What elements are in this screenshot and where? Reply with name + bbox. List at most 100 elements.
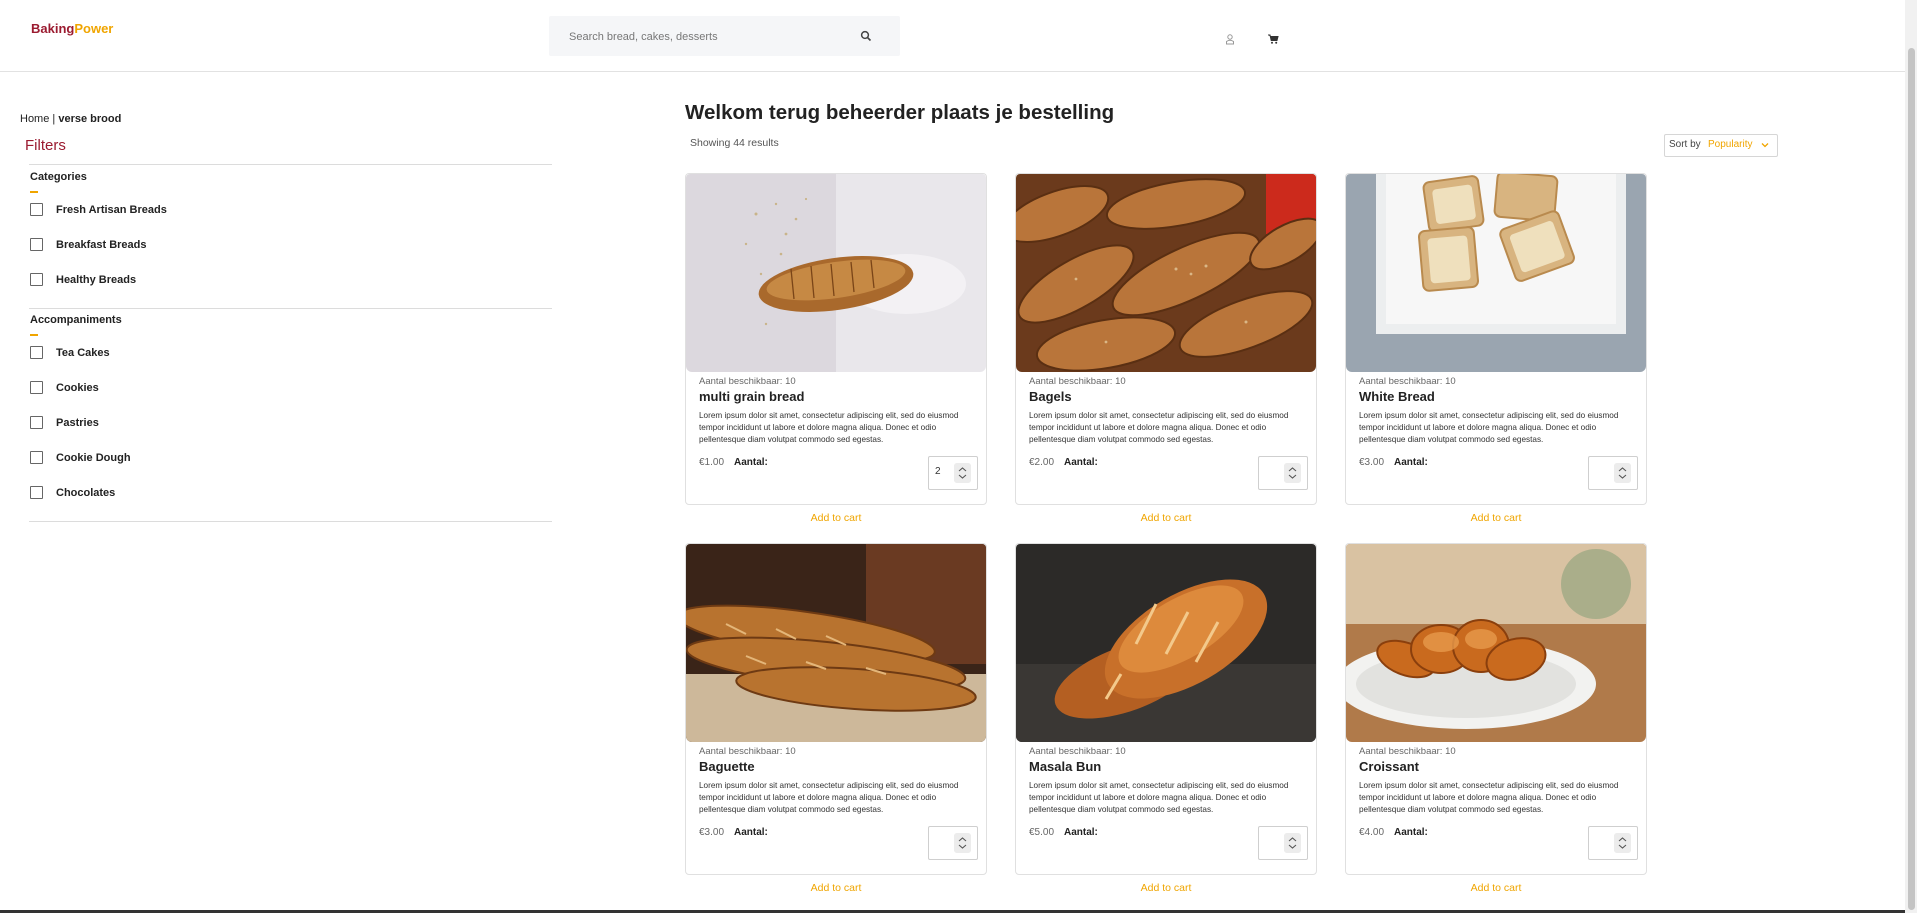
checkbox[interactable] xyxy=(30,381,43,394)
spinner-arrows-icon[interactable] xyxy=(1284,463,1301,483)
product-price: €3.00 xyxy=(1359,457,1385,468)
spinner-arrows-icon[interactable] xyxy=(1614,833,1631,853)
product-card: Aantal beschikbaar: 10 Baguette Lorem ip… xyxy=(685,543,987,894)
filters-title: Filters xyxy=(25,137,66,154)
quantity-label: Aantal: xyxy=(1064,827,1098,838)
cart-icon[interactable] xyxy=(1267,33,1279,45)
product-image xyxy=(686,544,986,742)
quantity-stepper[interactable] xyxy=(1258,456,1308,490)
quantity-label: Aantal: xyxy=(1394,457,1428,468)
product-price: €2.00 xyxy=(1029,457,1055,468)
breadcrumb-home[interactable]: Home xyxy=(20,113,49,125)
filter-label: Pastries xyxy=(56,417,99,429)
product-description: Lorem ipsum dolor sit amet, consectetur … xyxy=(699,411,959,444)
filter-divider xyxy=(29,164,552,165)
logo-baking: Baking xyxy=(31,21,75,36)
scrollbar-thumb[interactable] xyxy=(1908,48,1915,910)
filter-label: Breakfast Breads xyxy=(56,239,147,251)
search-bar xyxy=(549,16,900,58)
quantity-value: 2 xyxy=(935,466,941,477)
product-name: Masala Bun xyxy=(1029,759,1102,774)
checkbox[interactable] xyxy=(30,346,43,359)
spinner-arrows-icon[interactable] xyxy=(954,463,971,483)
filter-label: Cookies xyxy=(56,382,99,394)
brand-logo[interactable]: BakingPower xyxy=(31,21,113,36)
product-image xyxy=(1016,174,1316,372)
stock-text: Aantal beschikbaar: 10 xyxy=(1029,746,1126,757)
chevron-down-icon xyxy=(1761,143,1769,148)
product-image xyxy=(686,174,986,372)
spinner-arrows-icon[interactable] xyxy=(1614,463,1631,483)
stock-text: Aantal beschikbaar: 10 xyxy=(1359,376,1456,387)
add-to-cart-button[interactable]: Add to cart xyxy=(1016,882,1316,894)
product-name: Bagels xyxy=(1029,389,1072,404)
product-description: Lorem ipsum dolor sit amet, consectetur … xyxy=(699,781,959,814)
add-to-cart-button[interactable]: Add to cart xyxy=(686,512,986,524)
add-to-cart-button[interactable]: Add to cart xyxy=(1346,512,1646,524)
breadcrumb-current: verse brood xyxy=(58,113,122,125)
add-to-cart-button[interactable]: Add to cart xyxy=(1016,512,1316,524)
breadcrumb-separator: | xyxy=(49,113,59,125)
product-description: Lorem ipsum dolor sit amet, consectetur … xyxy=(1029,411,1289,444)
filter-divider xyxy=(29,308,552,309)
checkbox[interactable] xyxy=(30,273,43,286)
product-card: Aantal beschikbaar: 10 multi grain bread… xyxy=(685,173,987,524)
filter-group-title: Categories xyxy=(30,171,87,183)
filter-label: Chocolates xyxy=(56,487,116,499)
site-header: BakingPower xyxy=(0,0,1917,72)
sort-dropdown[interactable]: Sort by Popularity xyxy=(1664,134,1778,157)
product-card: Aantal beschikbaar: 10 Masala Bun Lorem … xyxy=(1015,543,1317,894)
quantity-label: Aantal: xyxy=(1064,457,1098,468)
sort-value: Popularity xyxy=(1708,139,1753,150)
filter-label: Tea Cakes xyxy=(56,347,110,359)
spinner-arrows-icon[interactable] xyxy=(954,833,971,853)
filter-group-title: Accompaniments xyxy=(30,314,122,326)
results-count: Showing 44 results xyxy=(690,137,779,149)
page-scrollbar[interactable] xyxy=(1905,0,1917,913)
product-card: Aantal beschikbaar: 10 White Bread Lorem… xyxy=(1345,173,1647,524)
quantity-stepper[interactable] xyxy=(1588,456,1638,490)
quantity-stepper[interactable] xyxy=(1588,826,1638,860)
product-card: Aantal beschikbaar: 10 Croissant Lorem i… xyxy=(1345,543,1647,894)
search-icon[interactable] xyxy=(860,30,872,42)
sort-label: Sort by xyxy=(1669,139,1701,150)
product-price: €1.00 xyxy=(699,457,725,468)
checkbox[interactable] xyxy=(30,238,43,251)
quantity-stepper[interactable] xyxy=(928,826,978,860)
checkbox[interactable] xyxy=(30,416,43,429)
quantity-label: Aantal: xyxy=(1394,827,1428,838)
page-title: Welkom terug beheerder plaats je bestell… xyxy=(685,101,1115,124)
product-name: White Bread xyxy=(1359,389,1435,404)
product-price: €4.00 xyxy=(1359,827,1385,838)
checkbox[interactable] xyxy=(30,451,43,464)
stock-text: Aantal beschikbaar: 10 xyxy=(699,746,796,757)
product-description: Lorem ipsum dolor sit amet, consectetur … xyxy=(1029,781,1289,814)
filter-divider xyxy=(29,521,552,522)
filter-label: Healthy Breads xyxy=(56,274,137,286)
breadcrumb: Home | verse brood xyxy=(20,113,121,125)
stock-text: Aantal beschikbaar: 10 xyxy=(699,376,796,387)
user-icon[interactable] xyxy=(1224,33,1236,45)
quantity-label: Aantal: xyxy=(734,457,768,468)
product-name: Baguette xyxy=(699,759,755,774)
filter-label: Cookie Dough xyxy=(56,452,131,464)
product-image xyxy=(1016,544,1316,742)
product-name: Croissant xyxy=(1359,759,1419,774)
search-input[interactable] xyxy=(567,16,861,58)
spinner-arrows-icon[interactable] xyxy=(1284,833,1301,853)
stock-text: Aantal beschikbaar: 10 xyxy=(1029,376,1126,387)
quantity-label: Aantal: xyxy=(734,827,768,838)
group-underline xyxy=(30,334,38,336)
filter-label: Fresh Artisan Breads xyxy=(56,204,167,216)
quantity-stepper[interactable] xyxy=(1258,826,1308,860)
add-to-cart-button[interactable]: Add to cart xyxy=(686,882,986,894)
checkbox[interactable] xyxy=(30,486,43,499)
quantity-stepper[interactable]: 2 xyxy=(928,456,978,490)
add-to-cart-button[interactable]: Add to cart xyxy=(1346,882,1646,894)
stock-text: Aantal beschikbaar: 10 xyxy=(1359,746,1456,757)
product-image xyxy=(1346,544,1646,742)
product-card: Aantal beschikbaar: 10 Bagels Lorem ipsu… xyxy=(1015,173,1317,524)
product-price: €5.00 xyxy=(1029,827,1055,838)
checkbox[interactable] xyxy=(30,203,43,216)
product-price: €3.00 xyxy=(699,827,725,838)
